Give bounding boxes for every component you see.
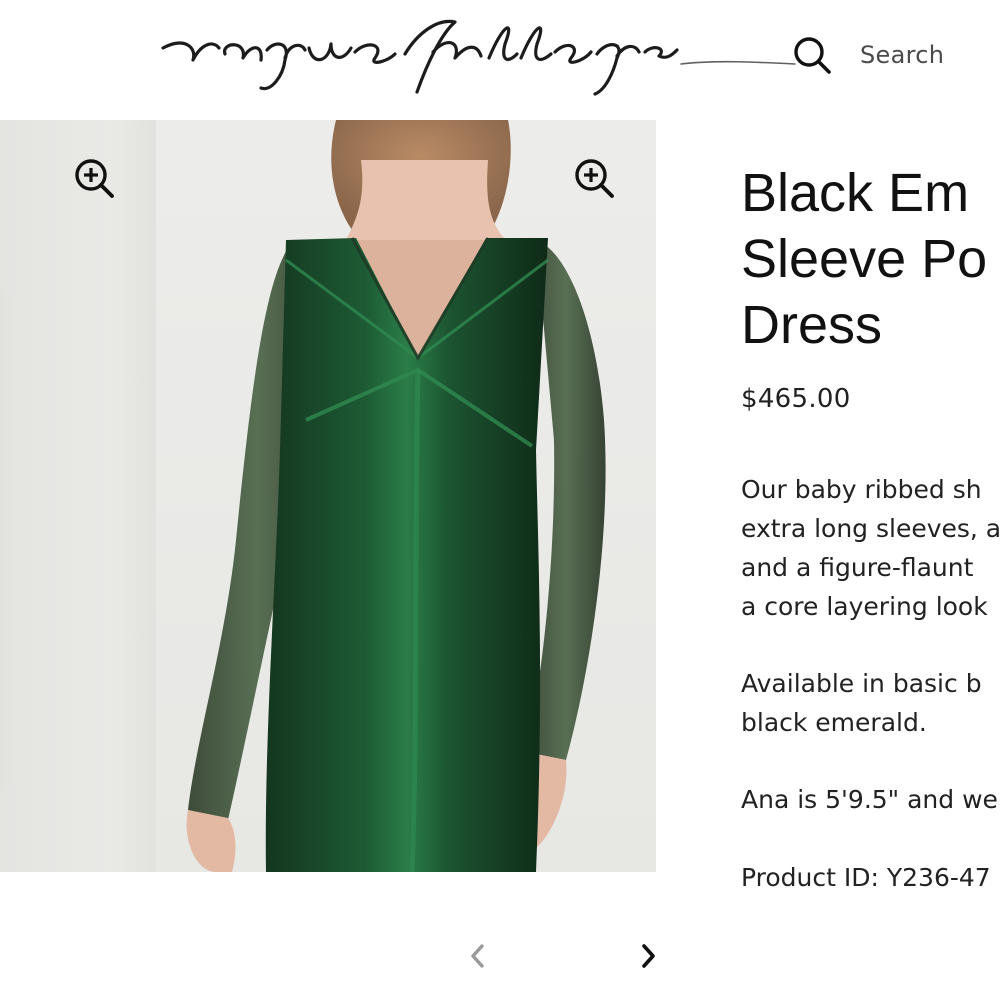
product-title-line: Dress <box>741 295 883 355</box>
product-price: $465.00 <box>741 384 851 414</box>
product-id: Product ID: Y236-47 <box>741 863 991 892</box>
brand-logo[interactable] <box>155 14 805 100</box>
model-info: Ana is 5'9.5" and we <box>741 785 998 814</box>
chevron-left-icon[interactable] <box>458 936 498 976</box>
zoom-in-icon[interactable] <box>72 156 116 200</box>
zoom-in-icon[interactable] <box>572 156 616 200</box>
main-product-image[interactable] <box>156 120 656 872</box>
product-title-line: Black Em <box>741 163 970 223</box>
product-info: Black Em Sleeve Po Dress $465.00 Our bab… <box>741 160 1000 892</box>
availability-line: black emerald. <box>741 708 927 737</box>
search-area[interactable]: Search <box>790 30 944 80</box>
previous-product-image[interactable] <box>0 120 156 872</box>
description-line: and a figure-flaunt <box>741 553 974 582</box>
chevron-right-icon[interactable] <box>628 936 668 976</box>
search-icon[interactable] <box>790 33 834 77</box>
product-title-line: Sleeve Po <box>741 229 988 289</box>
site-header: Search <box>0 0 1000 110</box>
description-line: a core layering look <box>741 592 988 621</box>
description-line: extra long sleeves, a <box>741 514 1000 543</box>
product-description: Our baby ribbed sh extra long sleeves, a… <box>741 470 1000 892</box>
description-line: Our baby ribbed sh <box>741 475 982 504</box>
availability-text: Available in basic b black emerald. <box>741 664 982 742</box>
availability-line: Available in basic b <box>741 669 982 698</box>
dress-photo <box>186 120 606 872</box>
product-image-gallery[interactable] <box>0 120 656 872</box>
product-title: Black Em Sleeve Po Dress <box>741 160 1000 358</box>
previous-image-figure <box>0 280 18 800</box>
search-label[interactable]: Search <box>860 41 944 69</box>
